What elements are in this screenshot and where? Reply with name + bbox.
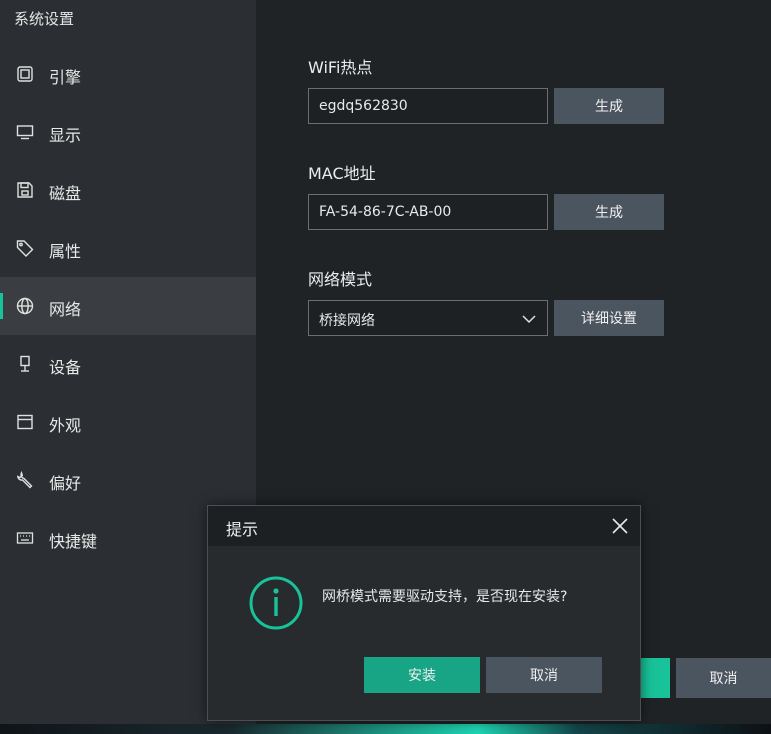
sidebar-item-label: 引擎	[49, 68, 82, 87]
mac-address-input[interactable]	[308, 194, 548, 230]
keyboard-icon	[16, 529, 34, 547]
wifi-hotspot-label: WiFi热点	[308, 58, 373, 77]
sidebar-item-label: 外观	[49, 416, 82, 435]
sidebar-item-network[interactable]: 网络	[0, 277, 256, 335]
chevron-down-icon	[521, 311, 537, 327]
sidebar-item-label: 快捷键	[49, 532, 98, 551]
sidebar-item-engine[interactable]: 引擎	[0, 45, 256, 103]
network-mode-value: 桥接网络	[319, 313, 375, 329]
wifi-hotspot-input[interactable]	[308, 88, 548, 124]
window-icon	[16, 413, 34, 431]
taskbar-strip	[0, 724, 771, 734]
sidebar-item-label: 设备	[49, 358, 82, 377]
wrench-icon	[16, 471, 34, 489]
sidebar-item-preferences[interactable]: 偏好	[0, 451, 256, 509]
prompt-dialog: 提示 网桥模式需要驱动支持，是否现在安装? 安装 取消	[207, 505, 641, 721]
mac-address-label: MAC地址	[308, 164, 376, 183]
info-icon	[248, 575, 304, 631]
dialog-cancel-button[interactable]: 取消	[486, 657, 602, 693]
dialog-header: 提示	[208, 506, 640, 546]
sidebar-title: 系统设置	[14, 10, 75, 28]
sidebar-item-label: 磁盘	[49, 184, 82, 203]
generate-mac-button[interactable]: 生成	[554, 194, 664, 230]
close-icon[interactable]	[610, 516, 630, 536]
sidebar-item-display[interactable]: 显示	[0, 103, 256, 161]
network-mode-select[interactable]: 桥接网络	[308, 300, 548, 336]
install-button[interactable]: 安装	[364, 657, 480, 693]
usb-device-icon	[16, 355, 34, 373]
save-disk-icon	[16, 181, 34, 199]
settings-window: 系统设置 引擎 显示 磁盘 属性 网络 设备 外观 偏好 快捷键 WiFi热点 …	[0, 0, 771, 734]
sidebar-item-properties[interactable]: 属性	[0, 219, 256, 277]
generate-wifi-button[interactable]: 生成	[554, 88, 664, 124]
sidebar-item-label: 偏好	[49, 474, 82, 493]
sidebar-item-device[interactable]: 设备	[0, 335, 256, 393]
sidebar-item-label: 属性	[49, 242, 82, 261]
dialog-title: 提示	[226, 520, 259, 539]
tag-icon	[16, 239, 34, 257]
cancel-button[interactable]: 取消	[676, 658, 771, 698]
sidebar-item-appearance[interactable]: 外观	[0, 393, 256, 451]
network-mode-label: 网络模式	[308, 270, 373, 289]
monitor-icon	[16, 123, 34, 141]
cpu-icon	[16, 65, 34, 83]
sidebar-item-label: 网络	[49, 300, 82, 319]
sidebar-item-label: 显示	[49, 126, 82, 145]
dialog-message: 网桥模式需要驱动支持，是否现在安装?	[322, 589, 568, 605]
advanced-settings-button[interactable]: 详细设置	[554, 300, 664, 336]
globe-icon	[16, 297, 34, 315]
sidebar-item-disk[interactable]: 磁盘	[0, 161, 256, 219]
